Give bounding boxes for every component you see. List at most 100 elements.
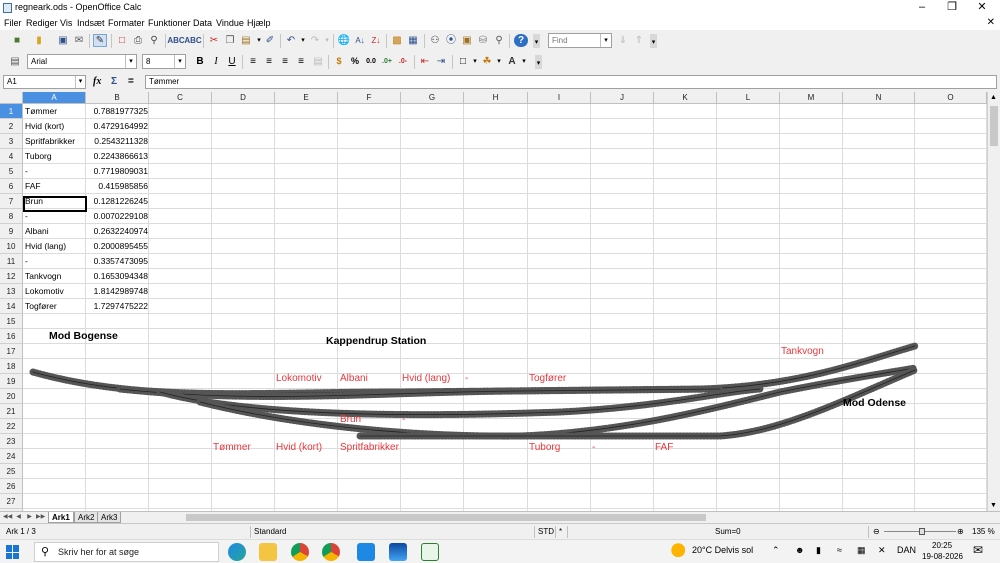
next-sheet-icon[interactable]: ▶ (25, 513, 34, 522)
cell-a1[interactable]: Tømmer (24, 104, 86, 119)
row-header-27[interactable]: 27 (0, 494, 23, 509)
font-name-dropdown-icon[interactable]: ▾ (125, 55, 136, 68)
weather-text[interactable]: 20°C Delvis sol (692, 545, 753, 555)
maximize-button[interactable]: ❐ (942, 1, 962, 14)
cell-b8[interactable]: 0.0070229108 (86, 209, 149, 224)
row-header-9[interactable]: 9 (0, 224, 23, 239)
sheet-tab-ark2[interactable]: Ark2 (74, 512, 99, 523)
find-previous-icon[interactable]: ⇑ (632, 34, 646, 47)
menu-indsaet[interactable]: Indsæt (77, 18, 105, 28)
scroll-up-icon[interactable]: ▲ (990, 94, 997, 101)
page-preview-icon[interactable]: ⚲ (147, 34, 161, 47)
find-next-icon[interactable]: ⇓ (616, 34, 630, 47)
formatting-toolbar-options-icon[interactable]: ▾ (535, 55, 542, 69)
cell-b7[interactable]: 0.1281226245 (86, 194, 149, 209)
sort-descending-icon[interactable]: Z↓ (369, 34, 383, 47)
row-header-18[interactable]: 18 (0, 359, 23, 374)
row-header-11[interactable]: 11 (0, 254, 23, 269)
help-icon[interactable]: ? (514, 34, 528, 47)
row-header-14[interactable]: 14 (0, 299, 23, 314)
taskbar-search-box[interactable]: ⚲ Skriv her for at søge (34, 542, 219, 562)
open-folder-icon[interactable]: ▮ (32, 34, 46, 47)
row-header-4[interactable]: 4 (0, 149, 23, 164)
insert-mode[interactable]: STD (538, 527, 554, 536)
first-sheet-icon[interactable]: ◀◀ (3, 513, 12, 522)
row-header-7[interactable]: 7 (0, 194, 23, 209)
clock-time[interactable]: 20:25 (932, 541, 952, 550)
app-icon-blue[interactable] (357, 543, 375, 561)
scroll-down-icon[interactable]: ▼ (990, 502, 997, 509)
save-icon[interactable]: ▣ (56, 34, 70, 47)
language-indicator[interactable]: DAN (897, 545, 916, 555)
cell-a12[interactable]: Tankvogn (24, 269, 86, 284)
cell-a2[interactable]: Hvid (kort) (24, 119, 86, 134)
cell-a6[interactable]: FAF (24, 179, 86, 194)
edge-browser-icon[interactable] (228, 543, 246, 561)
cell-a4[interactable]: Tuborg (24, 149, 86, 164)
column-header-j[interactable]: J (591, 92, 654, 104)
name-box-dropdown-icon[interactable]: ▾ (75, 76, 85, 88)
cell-a3[interactable]: Spritfabrikker (24, 134, 86, 149)
row-header-16[interactable]: 16 (0, 329, 23, 344)
vertical-scrollbar[interactable]: ▲ ▼ (987, 92, 1000, 511)
menu-vindue[interactable]: Vindue (216, 18, 244, 28)
hyperlink-icon[interactable]: 🌐 (337, 34, 351, 47)
column-header-k[interactable]: K (654, 92, 717, 104)
cell-a5[interactable]: - (24, 164, 86, 179)
toolbar-options-icon[interactable]: ▾ (533, 34, 540, 48)
minimize-button[interactable]: – (912, 1, 932, 14)
font-name-input[interactable]: Arial ▾ (27, 54, 137, 69)
column-header-o[interactable]: O (915, 92, 987, 104)
photos-app-icon[interactable] (389, 543, 407, 561)
cell-b12[interactable]: 0.1653094348 (86, 269, 149, 284)
align-left-icon[interactable]: ≡ (246, 55, 260, 68)
row-header-25[interactable]: 25 (0, 464, 23, 479)
file-explorer-icon[interactable] (259, 543, 277, 561)
column-header-m[interactable]: M (780, 92, 843, 104)
chrome-browser-2-icon[interactable] (322, 543, 340, 561)
close-document-icon[interactable]: ✕ (987, 17, 995, 28)
page-style[interactable]: Standard (254, 527, 286, 536)
column-header-d[interactable]: D (212, 92, 275, 104)
edit-file-icon[interactable]: ✎ (93, 34, 107, 47)
spellcheck-icon[interactable]: ABC (167, 34, 184, 47)
merge-cells-icon[interactable]: ▤ (311, 55, 325, 68)
email-icon[interactable]: ✉ (72, 34, 86, 47)
cell-a10[interactable]: Hvid (lang) (24, 239, 86, 254)
zoom-in-icon[interactable]: ⊕ (957, 527, 964, 536)
column-header-g[interactable]: G (401, 92, 464, 104)
select-all-corner[interactable] (0, 92, 23, 104)
align-right-icon[interactable]: ≡ (278, 55, 292, 68)
column-header-l[interactable]: L (717, 92, 780, 104)
row-header-5[interactable]: 5 (0, 164, 23, 179)
cell-a9[interactable]: Albani (24, 224, 86, 239)
row-header-2[interactable]: 2 (0, 119, 23, 134)
function-wizard-button[interactable]: fx (93, 76, 101, 87)
find-input[interactable]: Find ▾ (548, 33, 612, 48)
column-header-e[interactable]: E (275, 92, 338, 104)
notifications-icon[interactable]: ✉ (973, 543, 983, 557)
menu-filer[interactable]: Filer (4, 18, 22, 28)
find-replace-icon[interactable]: ⚇ (428, 34, 442, 47)
sheet-tab-ark3[interactable]: Ark3 (97, 512, 122, 523)
cell-a13[interactable]: Lokomotiv (24, 284, 86, 299)
row-header-12[interactable]: 12 (0, 269, 23, 284)
row-header-22[interactable]: 22 (0, 419, 23, 434)
row-header-13[interactable]: 13 (0, 284, 23, 299)
cell-b9[interactable]: 0.2632240974 (86, 224, 149, 239)
menu-data[interactable]: Data (193, 18, 212, 28)
menu-funktioner[interactable]: Funktioner (148, 18, 191, 28)
font-color-dropdown-icon[interactable]: ▾ (517, 55, 531, 68)
justify-icon[interactable]: ≡ (294, 55, 308, 68)
row-header-8[interactable]: 8 (0, 209, 23, 224)
cell-b11[interactable]: 0.3357473095 (86, 254, 149, 269)
increase-indent-icon[interactable]: ⇥ (434, 55, 448, 68)
sort-ascending-icon[interactable]: A↓ (353, 34, 367, 47)
row-header-6[interactable]: 6 (0, 179, 23, 194)
cell-b4[interactable]: 0.2243866613 (86, 149, 149, 164)
font-size-input[interactable]: 8 ▾ (142, 54, 186, 69)
align-center-icon[interactable]: ≡ (262, 55, 276, 68)
sheet-tab-ark1[interactable]: Ark1 (48, 512, 74, 523)
weather-icon[interactable] (671, 543, 689, 561)
function-button[interactable]: = (128, 76, 134, 87)
